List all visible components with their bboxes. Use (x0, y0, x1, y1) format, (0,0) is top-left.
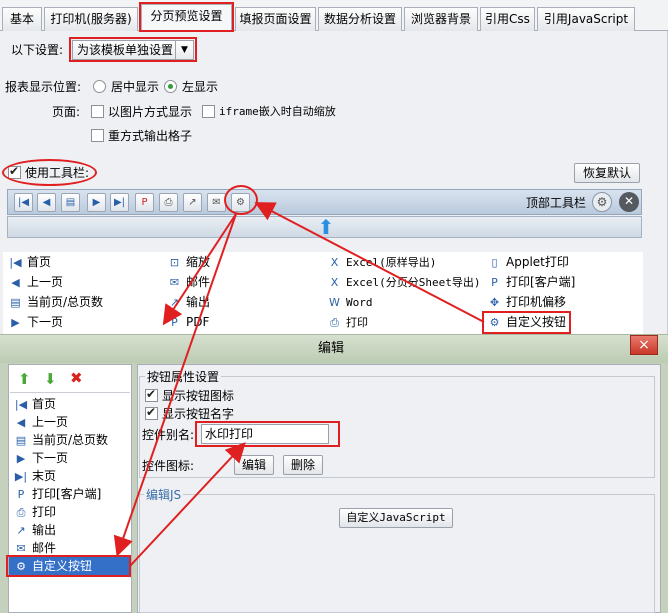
callout-arrows (113, 202, 485, 567)
arrow-to-list (113, 213, 237, 557)
arrow-to-toolbar (254, 202, 485, 323)
arrow-to-alias (129, 442, 246, 567)
arrow-to-grid (162, 213, 237, 326)
